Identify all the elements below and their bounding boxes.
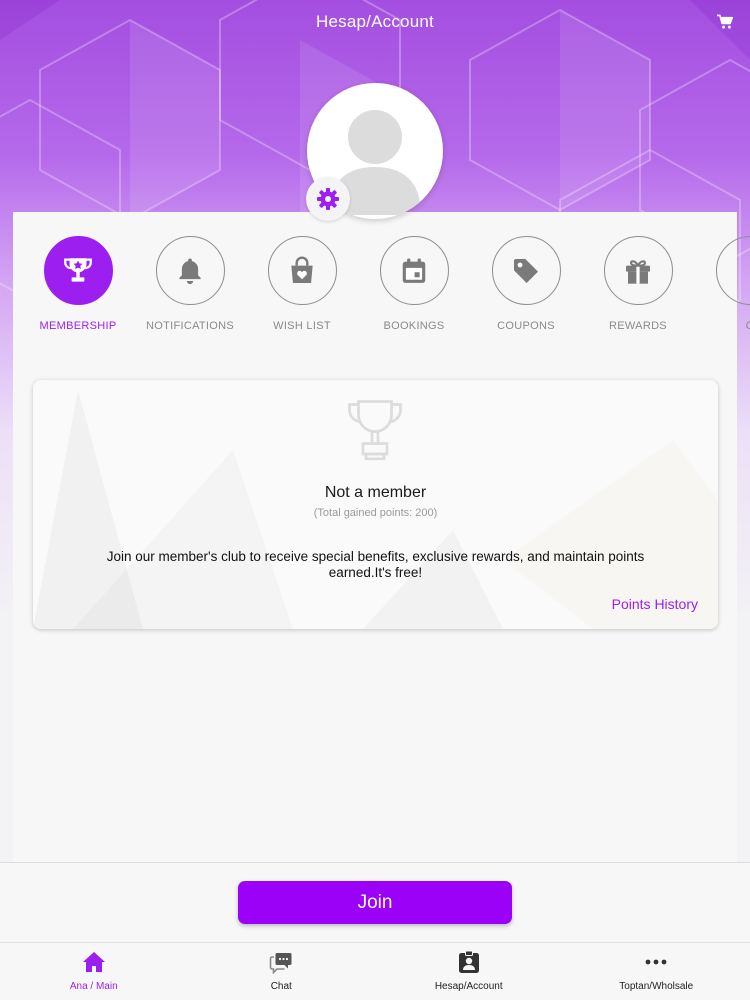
trophy-faded-icon	[348, 400, 402, 461]
nav-item-chat[interactable]: Chat	[188, 943, 376, 1000]
nav-item-wholesale[interactable]: Toptan/Wholsale	[563, 943, 750, 1000]
bell-icon	[179, 258, 201, 284]
calendar-icon	[402, 258, 426, 283]
trophy-icon	[64, 257, 92, 282]
tab-membership[interactable]: MEMBERSHIP	[22, 236, 134, 346]
total-points-text: (Total gained points: 200)	[313, 507, 438, 519]
account-badge-icon	[458, 950, 479, 973]
profile-settings-button[interactable]	[306, 177, 350, 221]
tag-icon	[514, 258, 538, 283]
membership-card: Not a member (Total gained points: 200) …	[33, 380, 718, 629]
tab-notifications[interactable]: NOTIFICATIONS	[134, 236, 246, 346]
tab-label: REWARDS	[609, 320, 667, 332]
nav-label: Chat	[270, 981, 292, 992]
nav-item-main[interactable]: Ana / Main	[0, 943, 188, 1000]
top-bar: Hesap/Account	[0, 0, 750, 44]
nav-item-account[interactable]: Hesap/Account	[375, 943, 563, 1000]
gift-icon	[626, 259, 650, 284]
tab-label: MEMBERSHIP	[39, 320, 117, 332]
chat-icon	[269, 953, 292, 974]
membership-status-title: Not a member	[324, 484, 427, 501]
nav-label: Toptan/Wholsale	[619, 981, 694, 992]
tab-label: COUPONS	[497, 320, 555, 332]
gear-icon	[317, 188, 339, 210]
tab-rewards[interactable]: REWARDS	[582, 236, 694, 346]
more-icon	[645, 959, 667, 965]
bottom-navigation: Ana / Main Chat Hesap/Account Toptan/Who…	[0, 942, 750, 1000]
home-icon	[82, 952, 105, 972]
tab-label: BOOKINGS	[383, 320, 445, 332]
shopping-bag-heart-icon	[291, 256, 313, 283]
nav-label: Ana / Main	[69, 981, 118, 992]
cart-button[interactable]	[714, 12, 736, 32]
membership-description: Join our member's club to receive specia…	[106, 549, 645, 580]
tab-bookings[interactable]: BOOKINGS	[358, 236, 470, 346]
page-title: Hesap/Account	[316, 12, 434, 31]
tab-partial[interactable]: O	[694, 236, 750, 346]
tab-wish-list[interactable]: WISH LIST	[246, 236, 358, 346]
tab-label: NOTIFICATIONS	[145, 320, 235, 332]
tab-label: WISH LIST	[273, 320, 331, 332]
join-button[interactable]: Join	[238, 881, 512, 924]
account-category-row: MEMBERSHIP NOTIFICATIONS WISH LIST BOOKI…	[22, 236, 750, 346]
join-bar: Join	[0, 862, 750, 942]
tab-label: O	[746, 320, 750, 332]
nav-label: Hesap/Account	[434, 981, 503, 992]
points-history-link[interactable]: Points History	[612, 596, 698, 612]
tab-coupons[interactable]: COUPONS	[470, 236, 582, 346]
shopping-cart-icon	[717, 14, 734, 29]
